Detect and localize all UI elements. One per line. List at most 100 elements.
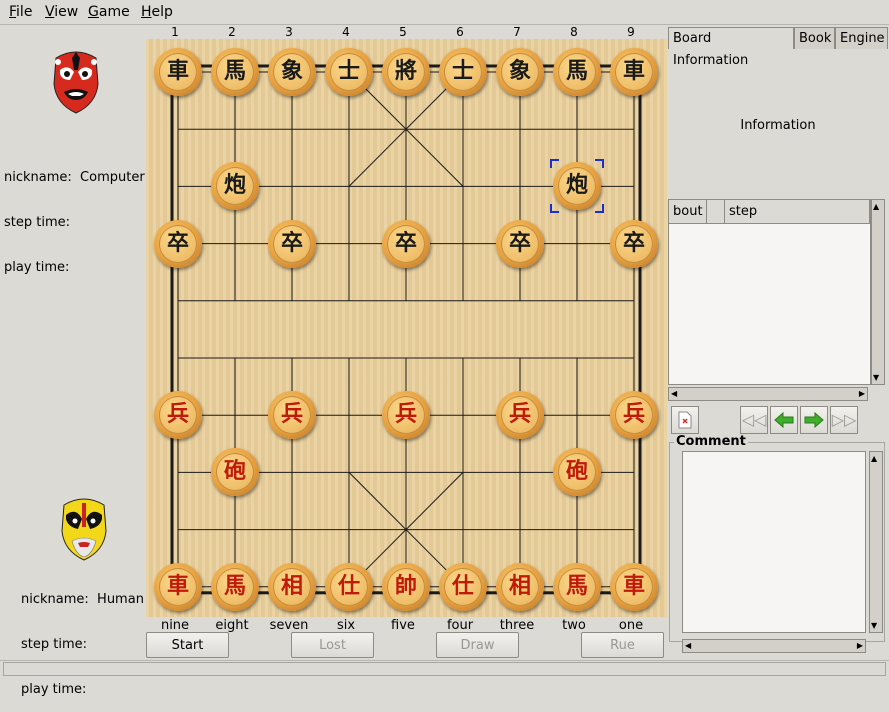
red-piece[interactable]: 馬 [211, 562, 259, 611]
column-name: eight [215, 618, 249, 633]
piece-label: 仕 [337, 573, 360, 599]
column-header-step[interactable]: step [725, 200, 870, 224]
red-piece[interactable]: 兵 [496, 391, 544, 440]
scroll-up-arrow-icon[interactable]: ▲ [873, 202, 879, 211]
menu-game[interactable]: Game [88, 4, 130, 20]
xiangqi-board[interactable] [146, 39, 667, 617]
status-field [3, 662, 886, 676]
red-piece[interactable]: 兵 [610, 391, 658, 440]
menu-view[interactable]: View [45, 4, 78, 20]
black-piece[interactable]: 卒 [382, 219, 430, 268]
piece-label: 車 [622, 59, 645, 84]
scroll-up-arrow-icon[interactable]: ▲ [871, 454, 877, 463]
column-number: 2 [228, 25, 236, 39]
red-piece[interactable]: 仕 [439, 562, 487, 611]
red-piece[interactable]: 兵 [268, 391, 316, 440]
column-name: two [562, 618, 586, 633]
comment-hscrollbar[interactable]: ◀ ▶ [682, 639, 866, 653]
tab-board-information[interactable]: Board Information [668, 27, 794, 68]
piece-label: 砲 [223, 459, 246, 485]
piece-label: 兵 [280, 402, 303, 428]
column-name: seven [269, 618, 309, 633]
scroll-right-arrow-icon[interactable]: ▶ [857, 640, 863, 652]
column-number: 3 [285, 25, 293, 39]
column-name: four [446, 618, 474, 633]
tab-engine[interactable]: Engine [835, 27, 888, 49]
red-piece[interactable]: 相 [496, 562, 544, 611]
tab-book[interactable]: Book [794, 27, 835, 49]
black-piece[interactable]: 象 [268, 48, 316, 96]
column-number: 9 [627, 25, 635, 39]
move-list-hscrollbar[interactable]: ◀ ▶ [668, 387, 868, 401]
piece-label: 士 [337, 59, 360, 84]
red-piece[interactable]: 馬 [553, 562, 601, 611]
red-piece[interactable]: 砲 [553, 448, 601, 497]
scroll-down-arrow-icon[interactable]: ▼ [873, 373, 879, 382]
column-number: 1 [171, 25, 179, 39]
scroll-left-arrow-icon[interactable]: ◀ [671, 388, 677, 400]
column-number: 6 [456, 25, 464, 39]
previous-move-button[interactable] [770, 406, 798, 434]
nickname-label: nickname: [21, 592, 89, 607]
next-move-button[interactable] [800, 406, 828, 434]
column-number: 7 [513, 25, 521, 39]
comment-textarea[interactable] [682, 451, 866, 633]
column-header-bout[interactable]: bout [669, 200, 707, 224]
comment-vscrollbar[interactable]: ▲ ▼ [869, 451, 883, 633]
black-piece[interactable]: 象 [496, 48, 544, 96]
piece-label: 象 [508, 59, 531, 84]
red-piece[interactable]: 車 [610, 562, 658, 611]
piece-label: 車 [166, 59, 189, 84]
move-list-vscrollbar[interactable]: ▲ ▼ [871, 199, 885, 385]
first-move-button[interactable]: ◁◁ [740, 406, 768, 434]
start-button[interactable]: Start [146, 632, 229, 658]
lost-button[interactable]: Lost [291, 632, 374, 658]
red-piece[interactable]: 仕 [325, 562, 373, 611]
piece-label: 馬 [223, 59, 246, 84]
column-number: 8 [570, 25, 578, 39]
black-piece[interactable]: 卒 [610, 219, 658, 268]
rue-button[interactable]: Rue [581, 632, 664, 658]
play-time-label: play time: [21, 682, 87, 697]
red-piece[interactable]: 砲 [211, 448, 259, 497]
selection-corner [550, 159, 559, 169]
menu-bar: File View Game Help [0, 0, 889, 25]
black-piece[interactable]: 卒 [154, 219, 202, 268]
scroll-down-arrow-icon[interactable]: ▼ [871, 621, 877, 630]
menu-file[interactable]: File [9, 4, 32, 20]
column-name: nine [160, 618, 190, 633]
menu-help[interactable]: Help [141, 4, 173, 20]
black-piece[interactable]: 卒 [496, 219, 544, 268]
black-piece[interactable]: 馬 [211, 48, 259, 96]
black-piece[interactable]: 馬 [553, 48, 601, 96]
column-header-blank[interactable] [707, 200, 725, 224]
black-piece[interactable]: 士 [325, 48, 373, 96]
black-piece[interactable]: 車 [610, 48, 658, 96]
red-piece[interactable]: 車 [154, 562, 202, 611]
selection-corner [550, 204, 559, 214]
arrow-left-icon [774, 411, 794, 429]
piece-label: 砲 [565, 459, 588, 485]
red-piece[interactable]: 兵 [154, 391, 202, 440]
black-piece[interactable]: 士 [439, 48, 487, 96]
black-piece[interactable]: 將 [382, 48, 430, 96]
column-name: six [336, 618, 356, 633]
piece-label: 車 [622, 573, 645, 599]
delete-comment-button[interactable] [671, 406, 699, 434]
draw-button[interactable]: Draw [436, 632, 519, 658]
column-name: five [391, 618, 415, 633]
move-list[interactable]: bout step [668, 199, 871, 385]
red-piece[interactable]: 帥 [382, 562, 430, 611]
red-piece[interactable]: 兵 [382, 391, 430, 440]
piece-label: 車 [166, 573, 189, 599]
last-move-button[interactable]: ▷▷ [830, 406, 858, 434]
red-piece[interactable]: 相 [268, 562, 316, 611]
black-piece[interactable]: 車 [154, 48, 202, 96]
scroll-right-arrow-icon[interactable]: ▶ [859, 388, 865, 400]
step-time-label: step time: [21, 637, 88, 652]
piece-label: 兵 [622, 402, 645, 428]
scroll-left-arrow-icon[interactable]: ◀ [685, 640, 691, 652]
arrow-right-icon [804, 411, 824, 429]
black-piece[interactable]: 卒 [268, 219, 316, 268]
black-piece[interactable]: 炮 [211, 162, 259, 211]
